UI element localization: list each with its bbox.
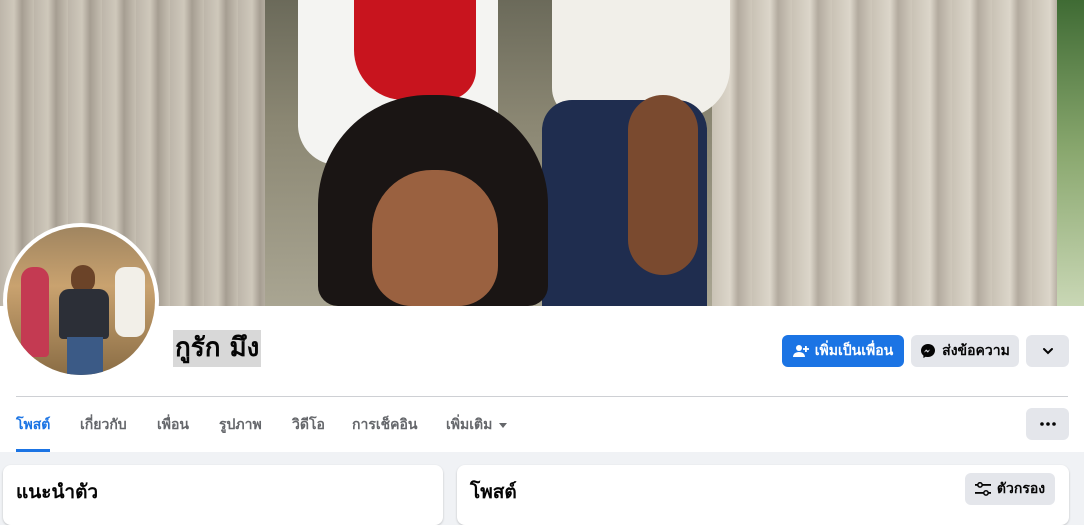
cover-red-scarf [354,0,476,100]
avatar-bg-person [21,267,49,357]
filter-label: ตัวกรอง [996,481,1046,497]
ellipsis-icon [1039,422,1056,426]
profile-name: กูรัก มึง [173,330,262,367]
cover-foliage [1057,0,1084,306]
cover-photo[interactable] [0,0,1084,306]
tab-posts[interactable]: โพสต์ [16,397,51,452]
cover-child-face [372,170,498,306]
intro-card: แนะนำตัว [3,465,443,525]
tab-label: โพสต์ [16,416,51,433]
tab-label: เพิ่มเติม [446,416,493,433]
tab-videos[interactable]: วิดีโอ [292,397,325,452]
message-label: ส่งข้อความ [942,343,1010,359]
tab-label: การเช็คอิน [352,416,418,433]
more-options-button[interactable] [1026,335,1069,367]
chevron-down-icon [1041,344,1055,358]
tab-more[interactable]: เพิ่มเติม [446,397,508,452]
cover-tree-right [712,0,1057,306]
message-button[interactable]: ส่งข้อความ [911,335,1019,367]
tab-label: รูปภาพ [219,416,262,433]
tab-photos[interactable]: รูปภาพ [219,397,262,452]
tab-checkins[interactable]: การเช็คอิน [352,397,418,452]
cover-arm [628,95,698,275]
add-person-icon [792,343,809,359]
tab-friends[interactable]: เพื่อน [157,397,189,452]
avatar-photo [7,227,155,375]
posts-card: โพสต์ ตัวกรอง [457,465,1069,525]
add-friend-button[interactable]: เพิ่มเป็นเพื่อน [782,335,904,367]
tab-label: เกี่ยวกับ [80,416,127,433]
caret-down-icon [498,420,508,430]
add-friend-label: เพิ่มเป็นเพื่อน [814,343,894,359]
filter-sliders-icon [974,482,991,496]
avatar-bg-person-2 [115,267,145,337]
profile-avatar[interactable] [3,223,159,379]
messenger-icon [920,343,936,359]
tab-ellipsis-button[interactable] [1026,408,1069,440]
profile-tabs: โพสต์ เกี่ยวกับ เพื่อน รูปภาพ วิดีโอ การ… [0,397,1084,452]
tab-about[interactable]: เกี่ยวกับ [80,397,127,452]
avatar-main-person [59,265,109,375]
filter-button[interactable]: ตัวกรอง [965,473,1055,505]
tab-label: เพื่อน [157,416,189,433]
tab-label: วิดีโอ [292,416,325,433]
